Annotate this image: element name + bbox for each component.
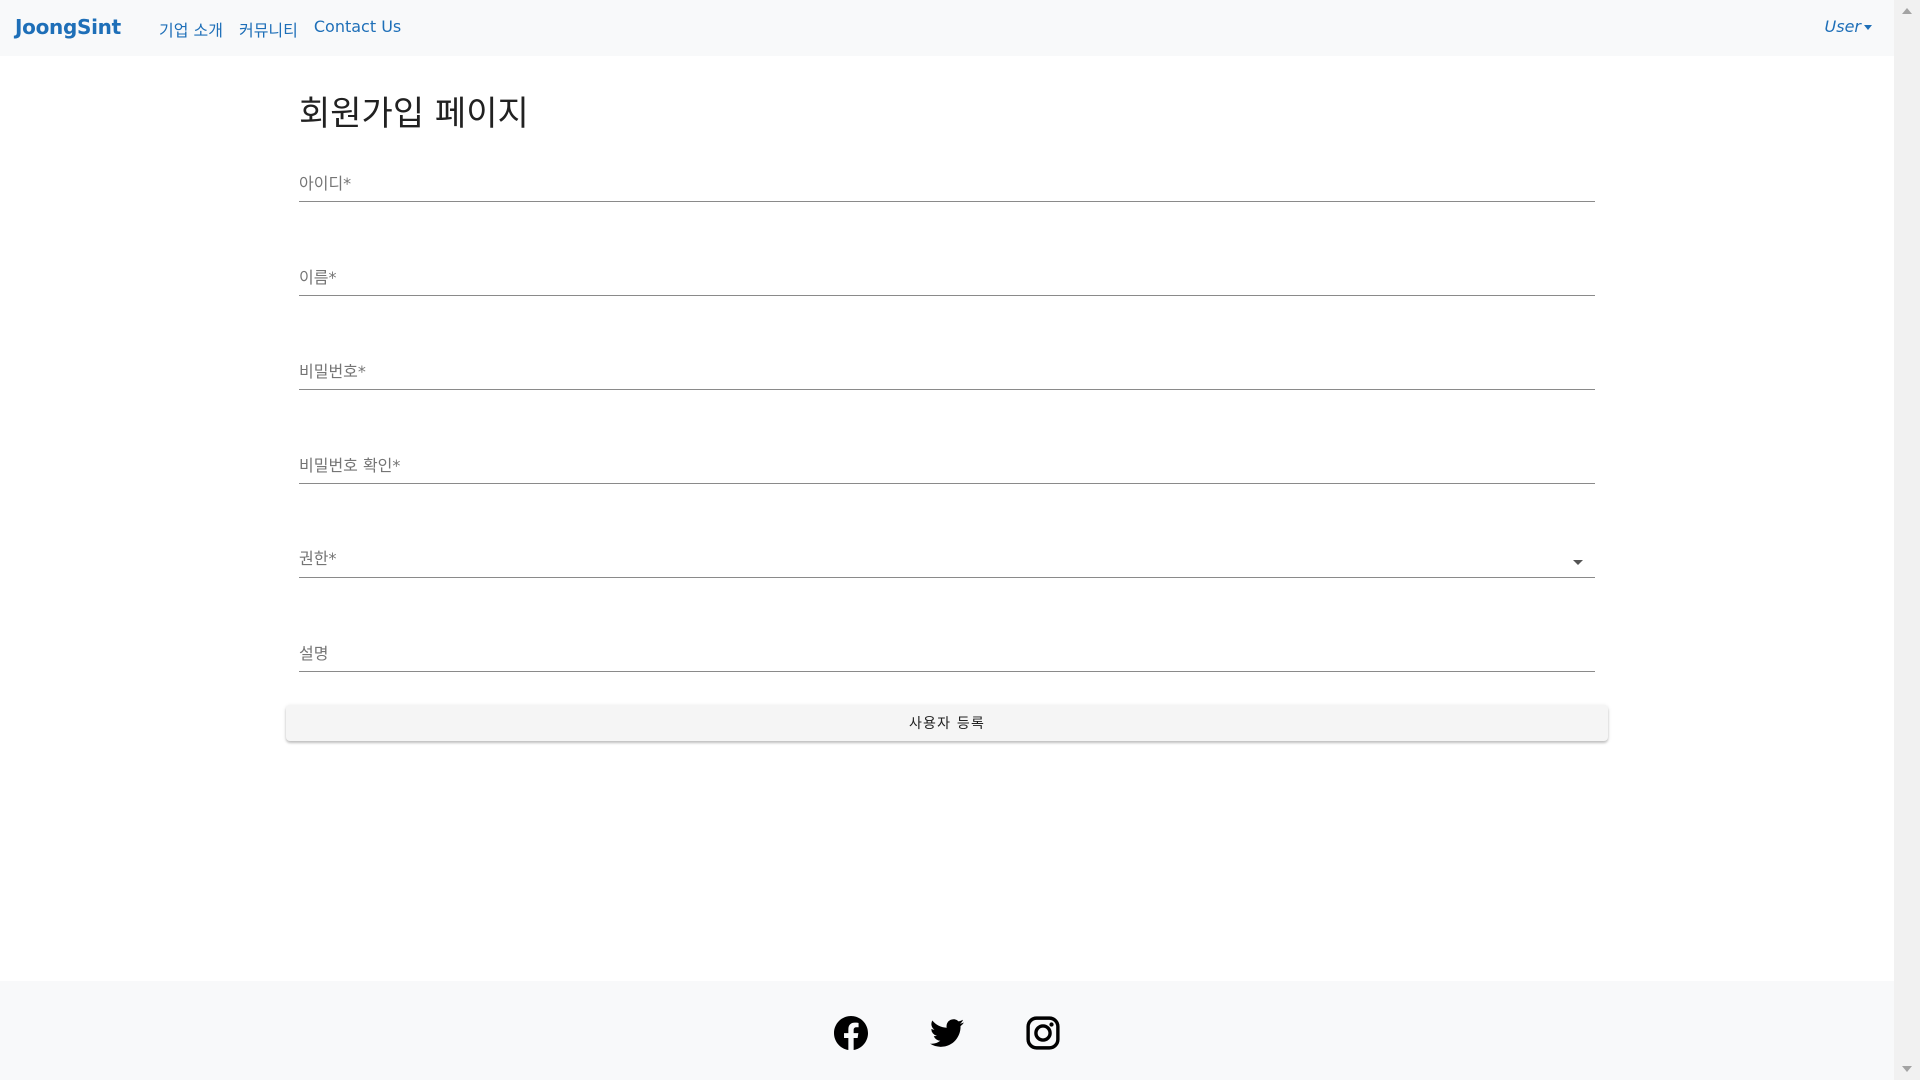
password-confirm-field-container [299, 444, 1595, 484]
nav-link-community[interactable]: 커뮤니티 [239, 17, 298, 41]
dropdown-arrow-icon [1573, 560, 1583, 565]
brand-logo[interactable]: JoongSint [15, 15, 121, 39]
caret-down-icon [1864, 25, 1872, 30]
password-confirm-input[interactable] [299, 447, 1595, 483]
password-field-container [299, 350, 1595, 390]
user-menu-label: User [1824, 17, 1861, 36]
social-links [834, 1016, 1060, 1050]
vertical-scrollbar[interactable] [1894, 0, 1920, 1080]
name-field-container [299, 256, 1595, 296]
description-input[interactable] [299, 635, 1595, 671]
role-select[interactable]: 권한* [299, 538, 1595, 578]
facebook-link[interactable] [834, 1016, 868, 1050]
role-select-label: 권한* [299, 549, 337, 568]
nav-links: 기업 소개 커뮤니티 Contact Us [159, 17, 401, 41]
user-menu-dropdown[interactable]: User [1825, 17, 1872, 36]
facebook-icon [834, 1016, 868, 1050]
nav-link-contact[interactable]: Contact Us [314, 17, 401, 41]
scroll-down-arrow-icon[interactable] [1902, 1066, 1912, 1072]
description-field-container [299, 632, 1595, 672]
navbar: JoongSint 기업 소개 커뮤니티 Contact Us User [0, 0, 1894, 56]
footer [0, 981, 1894, 1080]
instagram-icon [1026, 1016, 1060, 1050]
register-user-button[interactable]: 사용자 등록 [286, 705, 1608, 741]
id-input[interactable] [299, 165, 1595, 201]
nav-link-about[interactable]: 기업 소개 [159, 17, 223, 41]
page-title: 회원가입 페이지 [299, 94, 529, 134]
instagram-link[interactable] [1026, 1016, 1060, 1050]
page: JoongSint 기업 소개 커뮤니티 Contact Us User 회원가… [0, 0, 1894, 1080]
twitter-link[interactable] [930, 1016, 964, 1050]
scroll-up-arrow-icon[interactable] [1902, 8, 1912, 14]
password-input[interactable] [299, 353, 1595, 389]
id-field-container [299, 162, 1595, 202]
twitter-icon [930, 1019, 964, 1047]
name-input[interactable] [299, 259, 1595, 295]
signup-form: 회원가입 페이지 권한* 사용자 등록 [286, 90, 1608, 741]
